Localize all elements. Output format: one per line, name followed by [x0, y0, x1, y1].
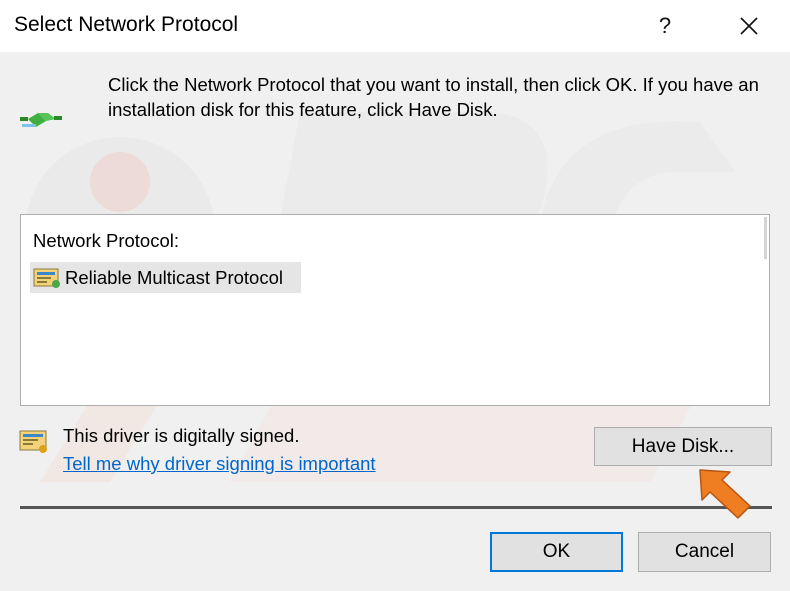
- driver-signing-link[interactable]: Tell me why driver signing is important: [63, 453, 376, 475]
- instruction-text: Click the Network Protocol that you want…: [108, 74, 759, 120]
- orange-pointer-arrow-icon: [699, 469, 751, 519]
- close-button[interactable]: [726, 6, 772, 46]
- network-protocol-icon: [20, 113, 62, 127]
- list-item-label: Reliable Multicast Protocol: [65, 266, 283, 288]
- signed-certificate-icon: [19, 430, 47, 453]
- help-button[interactable]: ?: [645, 6, 685, 46]
- separator: [20, 506, 772, 509]
- protocol-listbox[interactable]: Network Protocol: Reliable Multicast Pro…: [20, 214, 770, 406]
- listbox-scrollbar[interactable]: [764, 217, 767, 259]
- window-title: Select Network Protocol: [14, 13, 239, 36]
- cancel-button[interactable]: Cancel: [638, 532, 771, 572]
- have-disk-button[interactable]: Have Disk...: [594, 427, 772, 466]
- protocol-icon: [33, 268, 60, 288]
- close-icon: [740, 17, 758, 35]
- signed-status-text: This driver is digitally signed.: [63, 425, 300, 446]
- ok-button[interactable]: OK: [490, 532, 623, 572]
- listbox-header: Network Protocol:: [33, 230, 179, 251]
- title-bar: Select Network Protocol ?: [0, 0, 790, 52]
- list-item-reliable-multicast-protocol[interactable]: Reliable Multicast Protocol: [30, 262, 301, 293]
